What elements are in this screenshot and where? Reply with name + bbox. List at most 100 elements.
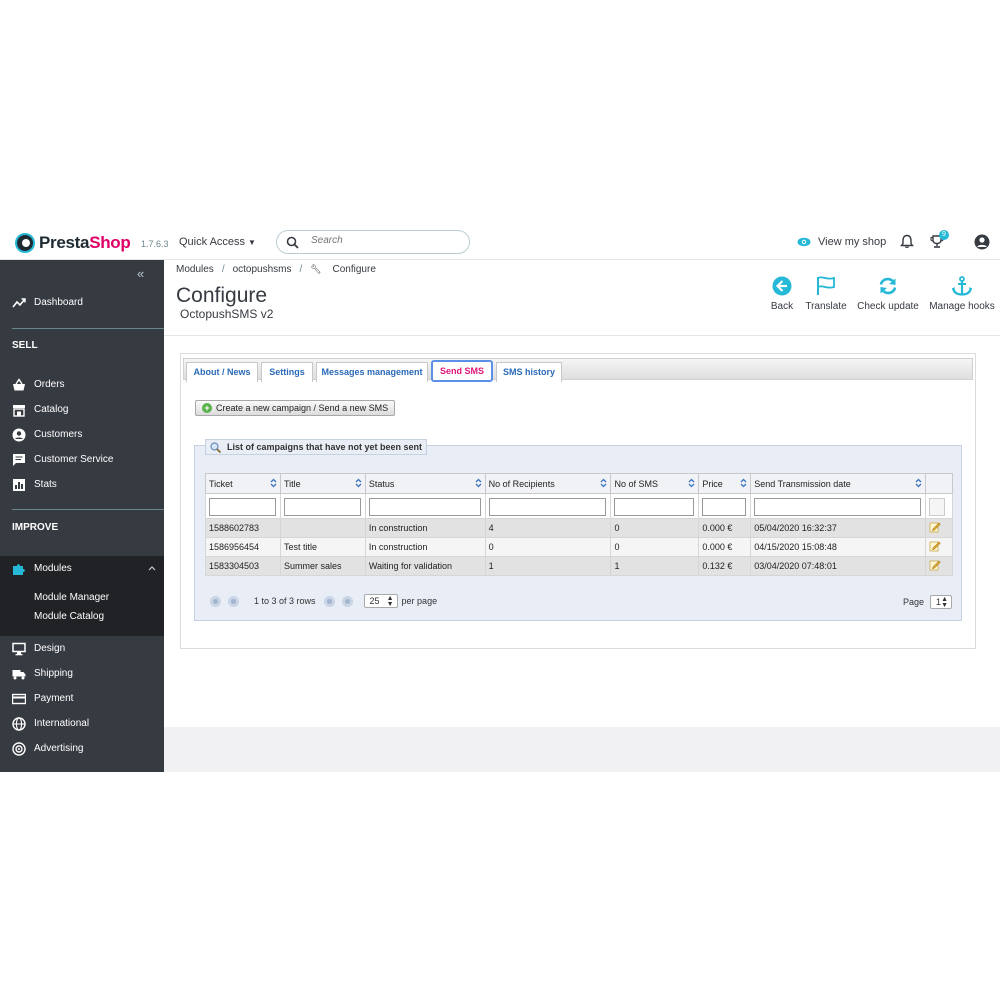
filter-title-input[interactable] <box>283 497 361 516</box>
notifications-button[interactable] <box>900 234 914 254</box>
sidebar-subitem-module-manager[interactable]: Module Manager <box>34 592 109 603</box>
cell-date: 05/04/2020 16:32:37 <box>750 518 926 538</box>
filter-price-input[interactable] <box>702 497 747 516</box>
cell-recipients: 1 <box>484 556 612 576</box>
basket-icon <box>13 377 25 390</box>
account-circle-icon <box>12 428 26 441</box>
campaigns-legend: List of campaigns that have not yet been… <box>205 439 428 455</box>
sidebar-item-customers[interactable]: Customers <box>0 422 164 447</box>
column-header-recipients[interactable]: No of Recipients <box>484 473 612 494</box>
sidebar-label-catalog: Catalog <box>34 404 69 415</box>
column-header-date[interactable]: Send Transmission date <box>750 473 926 494</box>
filter-status-input[interactable] <box>368 497 481 516</box>
check-update-button[interactable]: Check update <box>857 276 919 312</box>
page-number-select[interactable]: 1 ▲ ▼ <box>930 595 953 609</box>
sidebar-item-orders[interactable]: Orders <box>0 372 164 397</box>
sort-icon <box>270 478 277 488</box>
sidebar-subitem-module-catalog[interactable]: Module Catalog <box>34 611 104 622</box>
orders-notification-button[interactable]: 9 <box>930 230 949 254</box>
prestashop-logo[interactable]: PrestaShop <box>15 233 131 253</box>
column-header-price[interactable]: Price <box>698 473 752 494</box>
sidebar-item-shipping[interactable]: Shipping <box>0 661 164 686</box>
edit-pencil-icon[interactable] <box>929 521 941 533</box>
last-page-icon[interactable] <box>341 595 353 607</box>
sort-icon <box>601 478 607 488</box>
per-page-select[interactable]: 25 ▲ ▼ <box>363 594 398 608</box>
table-header-row: Ticket Title Status No of Recipients No … <box>205 473 954 494</box>
logo-text-shop: Shop <box>89 233 131 252</box>
cell-actions <box>924 556 954 576</box>
manage-hooks-button[interactable]: Manage hooks <box>928 276 996 312</box>
target-icon <box>12 741 26 756</box>
main-footer-area <box>164 727 1000 772</box>
sidebar-item-international[interactable]: International <box>0 711 164 736</box>
sidebar-item-catalog[interactable]: Catalog <box>0 397 164 422</box>
column-header-title[interactable]: Title <box>279 473 366 494</box>
sidebar-item-customer-service[interactable]: Customer Service <box>0 447 164 472</box>
sidebar-item-modules[interactable]: Modules <box>0 556 164 581</box>
cell-price: 0.132 € <box>698 556 752 576</box>
breadcrumb-configure-label: Configure <box>332 264 376 275</box>
cell-title: Summer sales <box>279 556 366 576</box>
cell-status: Waiting for validation <box>364 556 486 576</box>
column-header-status[interactable]: Status <box>364 473 486 494</box>
page-subtitle: OctopushSMS v2 <box>180 307 274 321</box>
sidebar-item-advertising[interactable]: Advertising <box>0 736 164 761</box>
breadcrumb-octopushsms[interactable]: octopushsms <box>233 264 292 275</box>
check-update-button-label: Check update <box>857 301 919 312</box>
sidebar-item-dashboard[interactable]: Dashboard <box>0 290 164 315</box>
chat-icon <box>13 453 25 466</box>
sidebar-section-sell: SELL <box>12 340 38 351</box>
sidebar-item-stats[interactable]: Stats <box>0 472 164 497</box>
column-header-label: Title <box>283 478 301 489</box>
filter-date-input[interactable] <box>754 497 921 516</box>
column-header-ticket[interactable]: Ticket <box>205 473 281 494</box>
filter-ticket-input[interactable] <box>209 497 276 516</box>
previous-page-icon[interactable] <box>228 595 239 607</box>
table-row[interactable]: 1583304503 Summer sales Waiting for vali… <box>205 556 954 576</box>
next-page-icon[interactable] <box>323 595 335 607</box>
create-campaign-button[interactable]: + Create a new campaign / Send a new SMS <box>195 400 396 416</box>
manage-hooks-button-label: Manage hooks <box>929 301 995 312</box>
sidebar-item-payment[interactable]: Payment <box>0 686 164 711</box>
quick-access-label: Quick Access <box>179 236 246 248</box>
search-input[interactable] <box>311 235 461 246</box>
desktop-icon <box>12 642 26 655</box>
top-header: PrestaShop 1.7.6.3 Quick Access▼ View my… <box>0 224 1000 260</box>
prestashop-logo-icon <box>15 233 35 253</box>
sort-icon <box>740 478 747 488</box>
caret-down-icon: ▼ <box>248 238 256 247</box>
cell-date: 03/04/2020 07:48:01 <box>750 556 926 576</box>
filter-cell <box>484 493 612 519</box>
search-box[interactable] <box>276 230 470 254</box>
quick-access-dropdown[interactable]: Quick Access ▼ <box>179 236 256 248</box>
back-button[interactable]: Back <box>770 276 794 312</box>
edit-pencil-icon[interactable] <box>929 559 941 571</box>
table-row[interactable]: 1588602783 In construction 4 0 0.000 € 0… <box>205 518 954 538</box>
select-arrows-icon: ▲ ▼ <box>941 596 949 609</box>
breadcrumb-modules[interactable]: Modules <box>176 264 214 275</box>
table-row[interactable]: 1586956454 Test title In construction 0 … <box>205 537 954 557</box>
filter-recipients-input[interactable] <box>488 497 607 516</box>
anchor-icon <box>951 276 973 296</box>
view-my-shop-link[interactable]: View my shop <box>797 236 886 248</box>
edit-pencil-icon[interactable] <box>929 540 941 552</box>
first-page-icon[interactable] <box>210 595 221 607</box>
column-header-sms[interactable]: No of SMS <box>610 473 700 494</box>
tab-sms-history[interactable]: SMS history <box>496 362 562 382</box>
truck-icon <box>12 669 26 679</box>
translate-button[interactable]: Translate <box>804 276 848 312</box>
collapse-sidebar-icon[interactable]: « <box>137 266 144 281</box>
sidebar-label-modules: Modules <box>34 563 72 574</box>
tab-settings[interactable]: Settings <box>261 362 313 382</box>
campaigns-table: Ticket Title Status No of Recipients No … <box>205 473 954 576</box>
sidebar-item-design[interactable]: Design <box>0 636 164 661</box>
tab-send-sms[interactable]: Send SMS <box>431 360 493 382</box>
filter-sms-input[interactable] <box>614 497 695 516</box>
arrow-left-circle-icon <box>772 276 792 296</box>
user-account-button[interactable] <box>974 234 990 255</box>
tab-about-news[interactable]: About / News <box>186 362 258 382</box>
page-label: Page <box>903 597 925 607</box>
tab-messages-management[interactable]: Messages management <box>316 362 428 382</box>
per-page-value: 25 <box>369 596 380 606</box>
